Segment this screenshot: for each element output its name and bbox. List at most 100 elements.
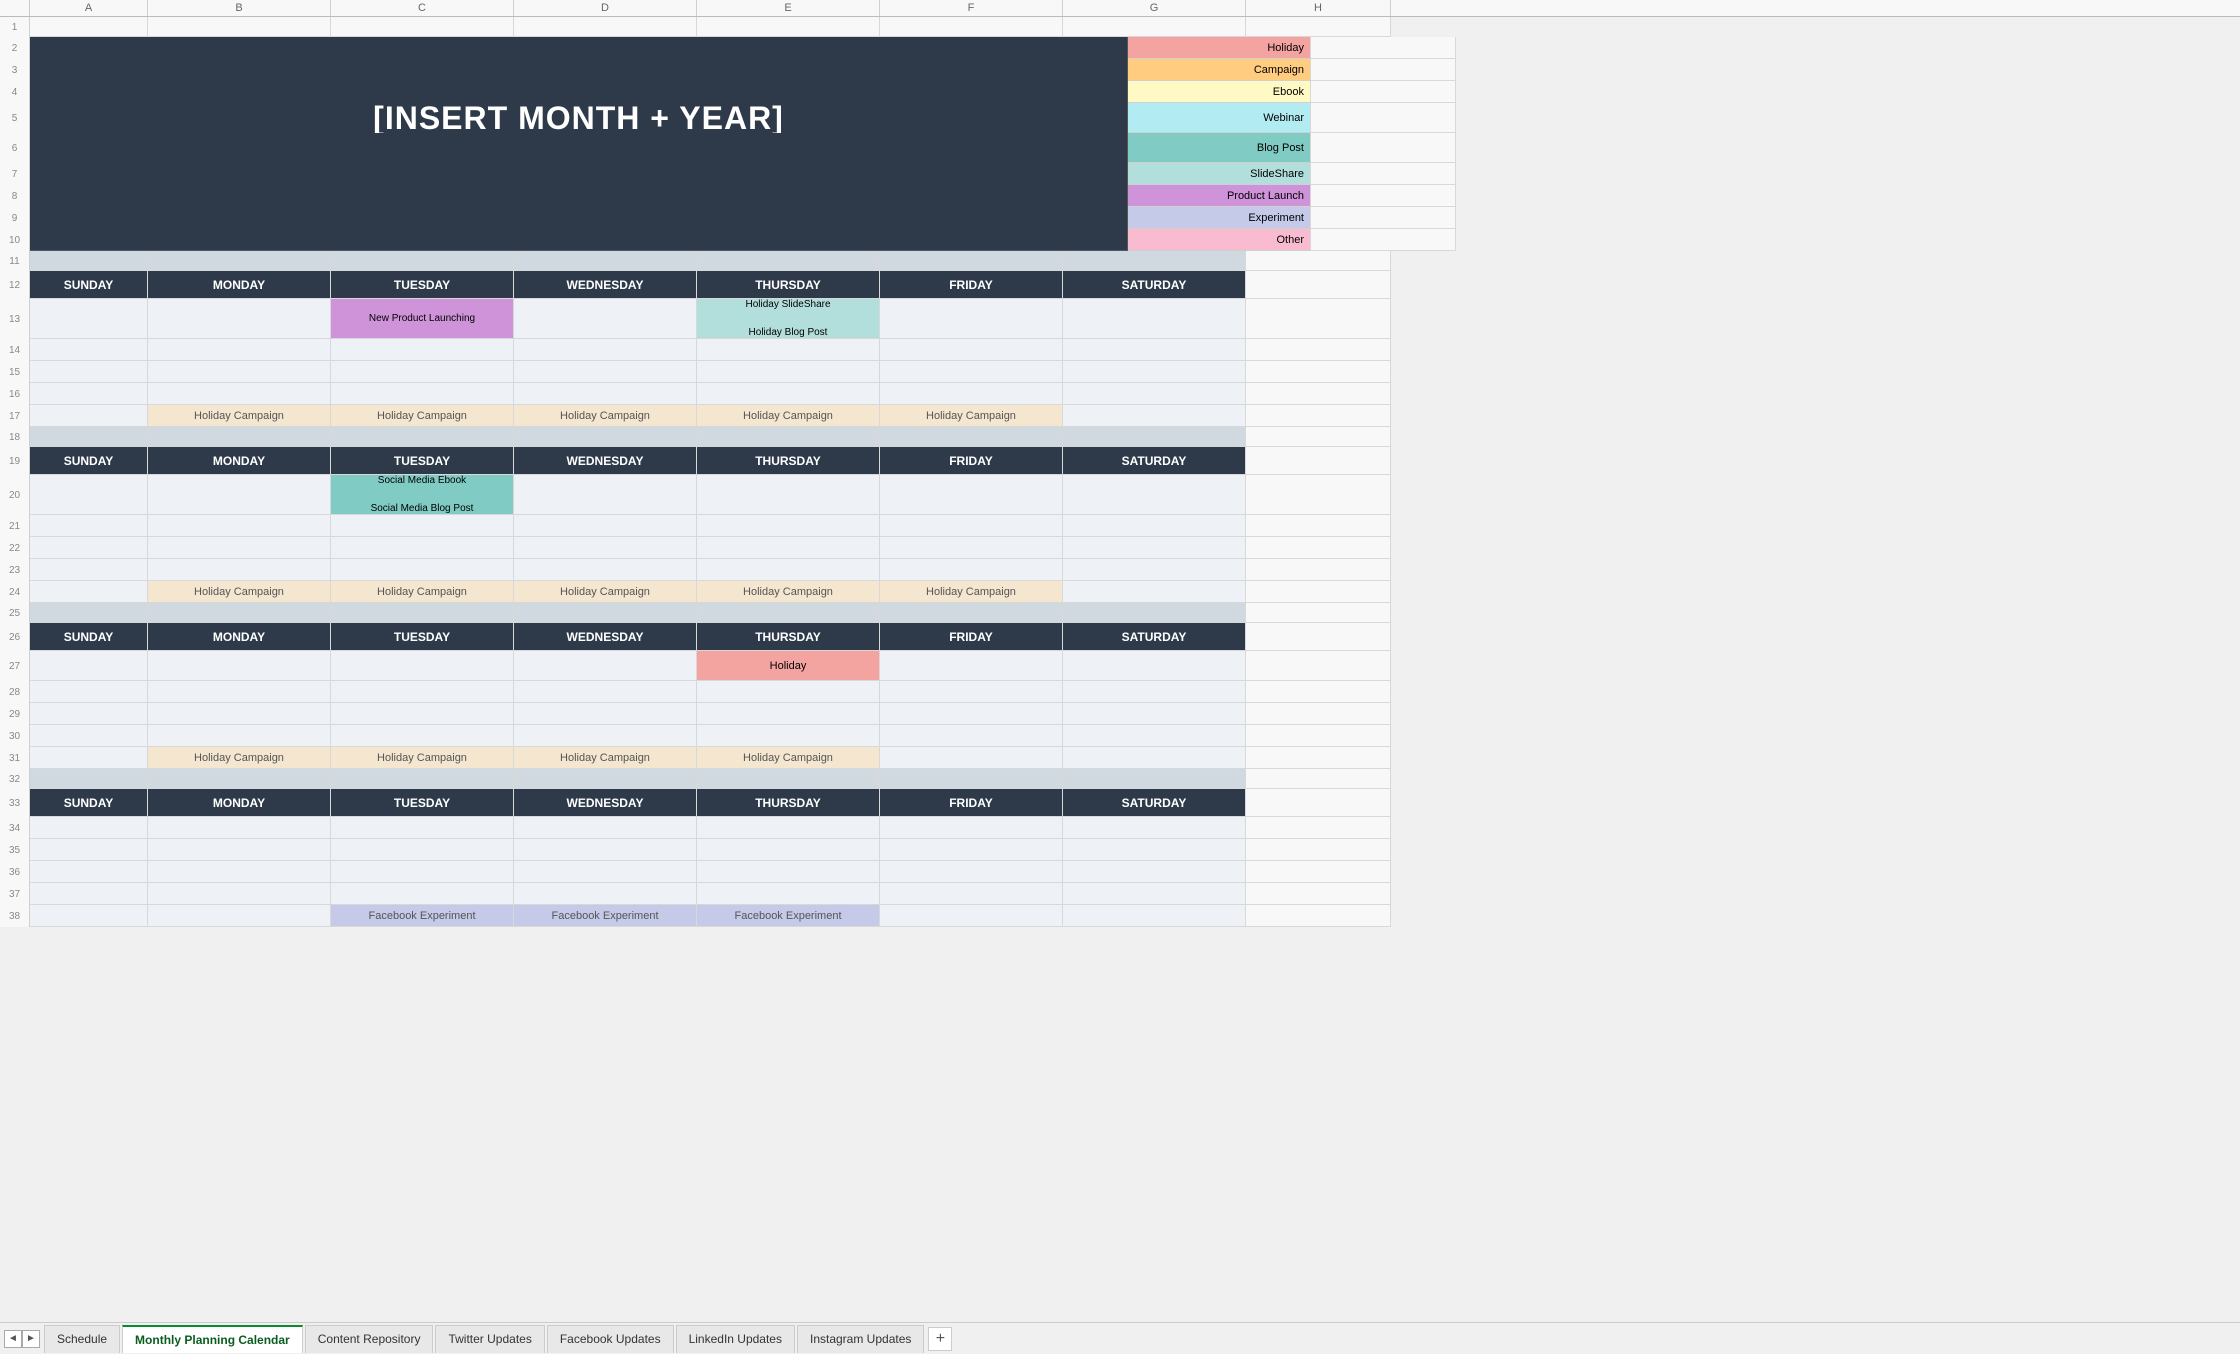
w4-facebook-exp-tue: Facebook Experiment: [331, 905, 514, 927]
row-11: 11: [0, 251, 2240, 271]
w4-monday: MONDAY: [148, 789, 331, 817]
column-headers: A B C D E F G H: [0, 0, 2240, 17]
row-31-campaign: 31 Holiday Campaign Holiday Campaign Hol…: [0, 747, 2240, 769]
legend-ebook-label: Ebook: [1273, 86, 1304, 98]
row-34: 34: [0, 817, 2240, 839]
row-38: 38 Facebook Experiment Facebook Experime…: [0, 905, 2240, 927]
row-4: 4 Ebook: [0, 81, 2240, 103]
w1-thursday: THURSDAY: [697, 271, 880, 299]
col-header-d: D: [514, 0, 697, 16]
row-23: 23: [0, 559, 2240, 581]
row-num-2: 2: [0, 37, 30, 59]
event-holiday-slideshare: Holiday SlideShare: [745, 298, 830, 312]
row-30: 30: [0, 725, 2240, 747]
tab-linkedin-updates[interactable]: LinkedIn Updates: [676, 1325, 795, 1353]
w2-friday: FRIDAY: [880, 447, 1063, 475]
w4-facebook-exp-wed: Facebook Experiment: [514, 905, 697, 927]
w4-facebook-exp-thu: Facebook Experiment: [697, 905, 880, 927]
row-num-11: 11: [0, 251, 30, 271]
row-20: 20 Social Media Ebook Social Media Blog …: [0, 475, 2240, 515]
w3-sunday: SUNDAY: [30, 623, 148, 651]
w2-saturday: SATURDAY: [1063, 447, 1246, 475]
legend-experiment-label: Experiment: [1248, 212, 1304, 224]
row-24-campaign: 24 Holiday Campaign Holiday Campaign Hol…: [0, 581, 2240, 603]
w2-campaign-tue: Holiday Campaign: [331, 581, 514, 603]
w1-monday: MONDAY: [148, 271, 331, 299]
event-new-product-launching: New Product Launching: [369, 313, 475, 324]
row-7: 7 SlideShare: [0, 163, 2240, 185]
w1-campaign-fri: Holiday Campaign: [880, 405, 1063, 427]
row-num-7: 7: [0, 163, 30, 185]
row-19-week2-header: 19 SUNDAY MONDAY TUESDAY WEDNESDAY THURS…: [0, 447, 2240, 475]
w1-campaign-mon: Holiday Campaign: [148, 405, 331, 427]
row-num-12: 12: [0, 271, 30, 299]
w2-campaign-thu: Holiday Campaign: [697, 581, 880, 603]
row-num-5: 5: [0, 103, 30, 133]
w1-campaign-tue: Holiday Campaign: [331, 405, 514, 427]
legend-holiday-label: Holiday: [1267, 42, 1304, 54]
row-28: 28: [0, 681, 2240, 703]
tab-next-button[interactable]: ►: [22, 1330, 40, 1348]
tab-monthly-planning-calendar[interactable]: Monthly Planning Calendar: [122, 1325, 303, 1353]
row-10: 10 Other: [0, 229, 2240, 251]
w3-monday: MONDAY: [148, 623, 331, 651]
add-sheet-button[interactable]: +: [928, 1327, 952, 1351]
event-holiday-blogpost: Holiday Blog Post: [749, 326, 828, 340]
col-header-c: C: [331, 0, 514, 16]
w2-sunday: SUNDAY: [30, 447, 148, 475]
col-header-b: B: [148, 0, 331, 16]
col-header-a: A: [30, 0, 148, 16]
w3-campaign-tue: Holiday Campaign: [331, 747, 514, 769]
legend-other-label: Other: [1276, 234, 1304, 246]
legend-campaign-label: Campaign: [1254, 64, 1304, 76]
w1-event-product-launch: New Product Launching: [331, 299, 514, 339]
w4-wednesday: WEDNESDAY: [514, 789, 697, 817]
w1-friday: FRIDAY: [880, 271, 1063, 299]
sheet-body: 1 2 Holiday 3 Campaign: [0, 17, 2240, 1322]
row-num-4: 4: [0, 81, 30, 103]
legend-slideshare-label: SlideShare: [1250, 168, 1304, 180]
w3-saturday: SATURDAY: [1063, 623, 1246, 651]
event-social-media-ebook: Social Media Ebook: [378, 474, 466, 488]
w3-event-holiday: Holiday: [697, 651, 880, 681]
row-18: 18: [0, 427, 2240, 447]
w2-wednesday: WEDNESDAY: [514, 447, 697, 475]
tab-content-repository[interactable]: Content Repository: [305, 1325, 434, 1353]
tab-schedule[interactable]: Schedule: [44, 1325, 120, 1353]
tab-nav[interactable]: ◄ ►: [4, 1330, 40, 1348]
tab-prev-button[interactable]: ◄: [4, 1330, 22, 1348]
col-header-g: G: [1063, 0, 1246, 16]
w3-wednesday: WEDNESDAY: [514, 623, 697, 651]
col-header-f: F: [880, 0, 1063, 16]
w3-friday: FRIDAY: [880, 623, 1063, 651]
tab-facebook-updates[interactable]: Facebook Updates: [547, 1325, 674, 1353]
row-32: 32: [0, 769, 2240, 789]
w4-tuesday: TUESDAY: [331, 789, 514, 817]
row-27: 27 Holiday: [0, 651, 2240, 681]
w2-event-ebook-blogpost: Social Media Ebook Social Media Blog Pos…: [331, 475, 514, 515]
row-21: 21: [0, 515, 2240, 537]
tab-bar: ◄ ► Schedule Monthly Planning Calendar C…: [0, 1322, 2240, 1354]
row-15: 15: [0, 361, 2240, 383]
row-num-6: 6: [0, 133, 30, 163]
row-29: 29: [0, 703, 2240, 725]
header-title: [INSERT MONTH + YEAR]: [373, 100, 784, 137]
row-25: 25: [0, 603, 2240, 623]
tab-instagram-updates[interactable]: Instagram Updates: [797, 1325, 924, 1353]
w3-tuesday: TUESDAY: [331, 623, 514, 651]
w4-saturday: SATURDAY: [1063, 789, 1246, 817]
row-13: 13 New Product Launching Holiday SlideSh…: [0, 299, 2240, 339]
w1-campaign-thu: Holiday Campaign: [697, 405, 880, 427]
row-num-13: 13: [0, 299, 30, 339]
legend-productlaunch-label: Product Launch: [1227, 190, 1304, 202]
w4-thursday: THURSDAY: [697, 789, 880, 817]
row-6: 6 Blog Post: [0, 133, 2240, 163]
tab-twitter-updates[interactable]: Twitter Updates: [435, 1325, 544, 1353]
row-22: 22: [0, 537, 2240, 559]
row-17-campaign: 17 Holiday Campaign Holiday Campaign Hol…: [0, 405, 2240, 427]
w3-campaign-mon: Holiday Campaign: [148, 747, 331, 769]
row-num-1: 1: [0, 17, 30, 37]
legend-webinar-label: Webinar: [1263, 112, 1304, 124]
w4-sunday: SUNDAY: [30, 789, 148, 817]
row-9: 9 Experiment: [0, 207, 2240, 229]
